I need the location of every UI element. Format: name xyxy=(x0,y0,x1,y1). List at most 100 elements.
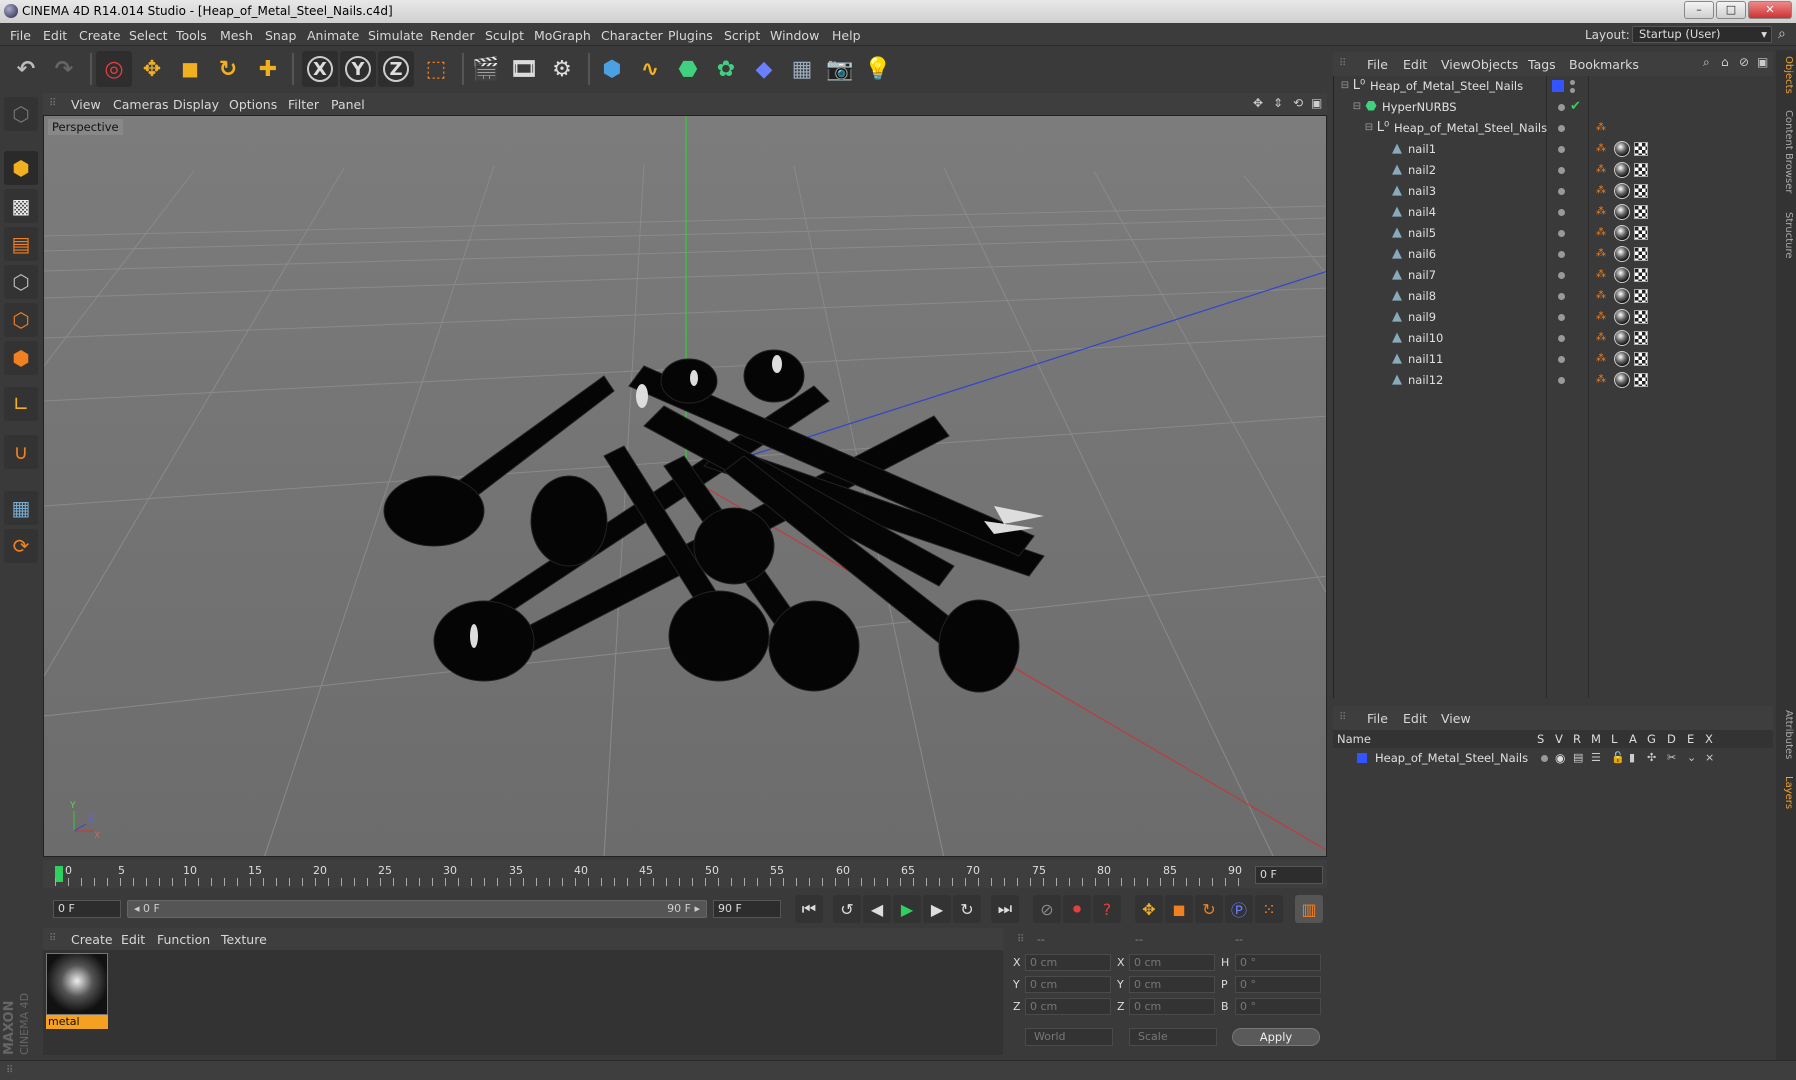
object-name[interactable]: nail7 xyxy=(1408,268,1436,282)
menu-simulate[interactable]: Simulate xyxy=(368,28,423,43)
search-icon[interactable]: ⌕ xyxy=(1778,26,1786,42)
make-editable-icon[interactable]: ⬡ xyxy=(4,97,38,131)
frame-range-slider[interactable]: ◂ 0 F 90 F ▸ xyxy=(127,900,707,918)
timeline-window-icon[interactable]: ▥ xyxy=(1295,895,1323,923)
object-name[interactable]: nail12 xyxy=(1408,373,1443,387)
object-name[interactable]: Heap_of_Metal_Steel_Nails xyxy=(1394,121,1547,135)
start-frame-field[interactable]: 0 F xyxy=(53,900,121,918)
uvw-tag-icon[interactable] xyxy=(1634,268,1648,282)
object-row-group[interactable]: ⊟ L⁰ Heap_of_Metal_Steel_Nails ⁂ xyxy=(1334,118,1774,139)
redo-icon[interactable]: ↷ xyxy=(46,51,82,87)
object-name[interactable]: nail6 xyxy=(1408,247,1436,261)
record-keys-icon[interactable]: ⊘ xyxy=(1033,895,1061,923)
phong-tag-icon[interactable]: ⁂ xyxy=(1596,331,1608,345)
key-pla-icon[interactable]: ⁙ xyxy=(1255,895,1283,923)
search-icon[interactable]: ⌕ xyxy=(1703,55,1710,70)
layer-row[interactable]: Heap_of_Metal_Steel_Nails ◉ ▤ ☰ 🔓 ▮ ✣ ✂ … xyxy=(1333,748,1773,769)
menu-plugins[interactable]: Plugins xyxy=(668,28,713,43)
om-menu-bookmarks[interactable]: Bookmarks xyxy=(1569,57,1639,72)
material-menu-create[interactable]: Create xyxy=(71,932,113,947)
tab-content-browser[interactable]: Content Browser xyxy=(1778,110,1794,193)
eye-icon[interactable]: ◉ xyxy=(1555,751,1565,765)
phong-tag-icon[interactable]: ⁂ xyxy=(1596,289,1608,303)
material-tag-icon[interactable] xyxy=(1614,225,1630,241)
menu-tools[interactable]: Tools xyxy=(176,28,207,43)
layer-col-locked[interactable]: L xyxy=(1611,732,1617,746)
menu-select[interactable]: Select xyxy=(129,28,168,43)
viewport-menu-view[interactable]: View xyxy=(71,97,101,112)
camera-icon[interactable]: 📷 xyxy=(822,51,858,87)
expression-icon[interactable]: ⌄ xyxy=(1687,751,1696,764)
viewport[interactable]: Y X Z Perspective xyxy=(43,115,1327,857)
play-icon[interactable]: ▶ xyxy=(893,895,921,923)
deformer-icon[interactable]: ◆ xyxy=(746,51,782,87)
object-name[interactable]: nail3 xyxy=(1408,184,1436,198)
nurbs-icon[interactable]: ⬣ xyxy=(670,51,706,87)
render-view-icon[interactable]: 🎬 xyxy=(468,51,504,87)
y-axis-lock-button[interactable]: Y xyxy=(340,51,376,87)
layer-col-expressions[interactable]: E xyxy=(1687,732,1694,746)
object-row-nail[interactable]: ▲ nail12 ⁂ xyxy=(1334,370,1774,391)
viewport-menu-panel[interactable]: Panel xyxy=(331,97,365,112)
menu-create[interactable]: Create xyxy=(79,28,121,43)
visibility-dot[interactable] xyxy=(1558,314,1565,321)
menu-character[interactable]: Character xyxy=(601,28,663,43)
tab-objects[interactable]: Objects xyxy=(1778,56,1794,94)
object-row-hypernurbs[interactable]: ⊟ ⬣ HyperNURBS ✔ xyxy=(1334,97,1774,118)
magnet-icon[interactable]: ∪ xyxy=(4,435,38,469)
material-tag-icon[interactable] xyxy=(1614,267,1630,283)
maximize-button[interactable]: □ xyxy=(1716,1,1746,19)
tab-layers[interactable]: Layers xyxy=(1778,776,1794,809)
material-tag-icon[interactable] xyxy=(1614,162,1630,178)
lm-menu-view[interactable]: View xyxy=(1441,711,1471,726)
manager-icon[interactable]: ☰ xyxy=(1591,751,1601,764)
phong-tag-icon[interactable]: ⁂ xyxy=(1596,352,1608,366)
material-tag-icon[interactable] xyxy=(1614,372,1630,388)
render-picture-viewer-icon[interactable]: 🎞 xyxy=(506,51,542,87)
object-row-nail[interactable]: ▲ nail5 ⁂ xyxy=(1334,223,1774,244)
key-rotation-icon[interactable]: ↻ xyxy=(1195,895,1223,923)
menu-help[interactable]: Help xyxy=(832,28,861,43)
visibility-dot[interactable] xyxy=(1558,356,1565,363)
menu-mesh[interactable]: Mesh xyxy=(220,28,253,43)
menu-edit[interactable]: Edit xyxy=(43,28,67,43)
layer-solo-dot[interactable] xyxy=(1541,755,1548,762)
material-tag-icon[interactable] xyxy=(1614,246,1630,262)
phong-tag-icon[interactable]: ⁂ xyxy=(1596,205,1608,219)
rotate-icon[interactable]: ↻ xyxy=(210,51,246,87)
object-row-nail[interactable]: ▲ nail11 ⁂ xyxy=(1334,349,1774,370)
drag-handle-icon[interactable]: ⠿ xyxy=(49,98,56,109)
uvw-tag-icon[interactable] xyxy=(1634,373,1648,387)
uvw-tag-icon[interactable] xyxy=(1634,289,1648,303)
menu-sculpt[interactable]: Sculpt xyxy=(485,28,524,43)
transform-mode-select[interactable]: Scale xyxy=(1129,1028,1217,1046)
layer-col-name[interactable]: Name xyxy=(1337,732,1371,746)
uvw-tag-icon[interactable] xyxy=(1634,352,1648,366)
position-x-field[interactable]: 0 cm xyxy=(1025,954,1111,971)
om-menu-view[interactable]: View xyxy=(1441,57,1471,72)
lock-icon[interactable]: 🔓 xyxy=(1611,751,1625,764)
deformer-icon[interactable]: ✂ xyxy=(1667,751,1676,764)
rotation-b-field[interactable]: 0 ° xyxy=(1235,998,1321,1015)
object-name[interactable]: Heap_of_Metal_Steel_Nails xyxy=(1370,79,1523,93)
workplane-icon[interactable]: ▤ xyxy=(4,227,38,261)
visibility-dot[interactable] xyxy=(1558,209,1565,216)
object-row-nail[interactable]: ▲ nail9 ⁂ xyxy=(1334,307,1774,328)
tab-structure[interactable]: Structure xyxy=(1778,212,1794,259)
om-menu-edit[interactable]: Edit xyxy=(1403,57,1427,72)
uvw-tag-icon[interactable] xyxy=(1634,184,1648,198)
visibility-dot[interactable] xyxy=(1558,377,1565,384)
render-settings-icon[interactable]: ⚙ xyxy=(544,51,580,87)
uvw-tag-icon[interactable] xyxy=(1634,205,1648,219)
object-name[interactable]: nail8 xyxy=(1408,289,1436,303)
collapse-icon[interactable]: ⊟ xyxy=(1338,79,1352,93)
visibility-dot[interactable] xyxy=(1570,80,1575,85)
dolly-icon[interactable]: ⇕ xyxy=(1273,96,1283,110)
layer-name[interactable]: Heap_of_Metal_Steel_Nails xyxy=(1375,751,1528,765)
object-name[interactable]: nail1 xyxy=(1408,142,1436,156)
model-mode-icon[interactable]: ⬢ xyxy=(4,151,38,185)
phong-tag-icon[interactable]: ⁂ xyxy=(1596,121,1608,135)
material-tag-icon[interactable] xyxy=(1614,351,1630,367)
render-dot[interactable] xyxy=(1570,88,1575,93)
axis-mode-icon[interactable]: ∟ xyxy=(4,387,38,421)
